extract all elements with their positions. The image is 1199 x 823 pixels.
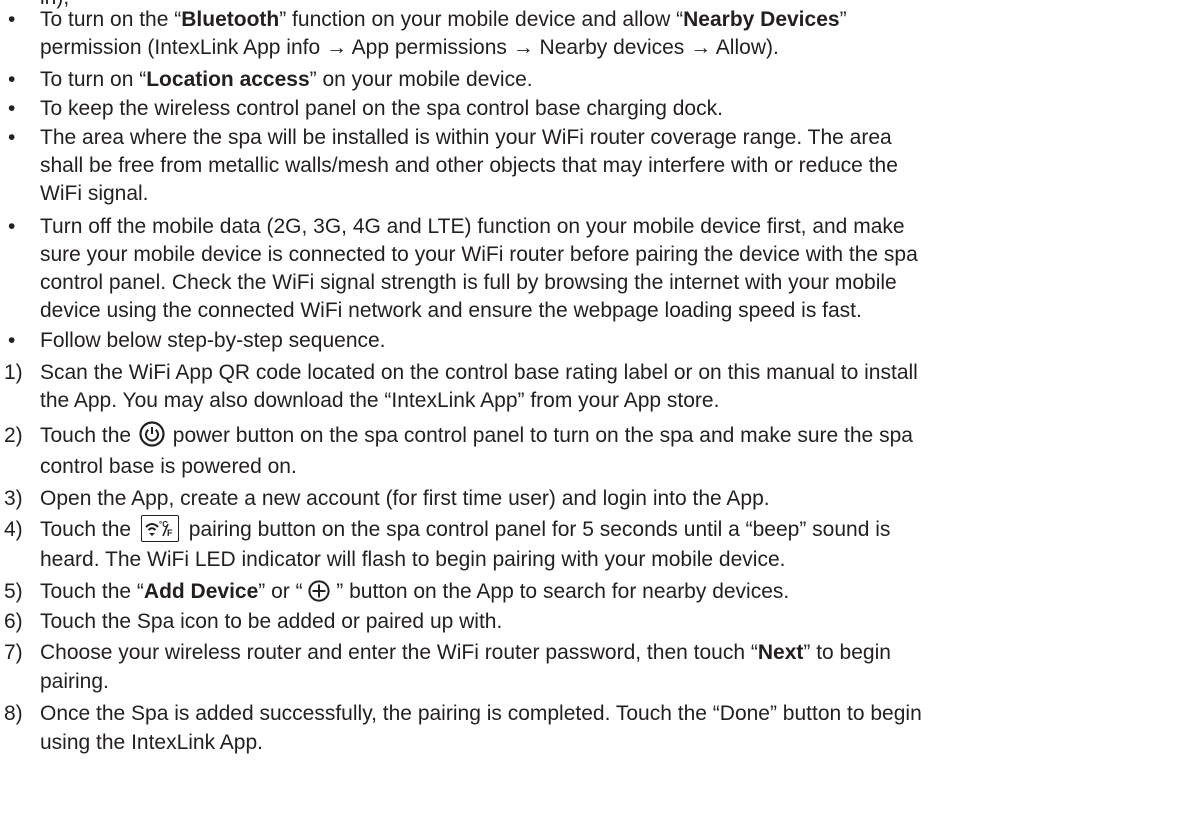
- bullet-coverage-l3: WiFi signal.: [40, 182, 149, 205]
- bullet-mobile-data-l1: Turn off the mobile data (2G, 3G, 4G and…: [40, 215, 905, 238]
- bullet-mobile-data-l3: control panel. Check the WiFi signal str…: [40, 271, 897, 294]
- bullet-marker: •: [8, 68, 16, 91]
- bullet-follow: Follow below step-by-step sequence.: [40, 329, 386, 352]
- step-8-l1: Once the Spa is added successfully, the …: [40, 702, 922, 725]
- bullet-marker: •: [8, 97, 16, 120]
- bullet-dock: To keep the wireless control panel on th…: [40, 97, 723, 120]
- step-6: Touch the Spa icon to be added or paired…: [40, 610, 503, 633]
- bullet-mobile-data-l2: sure your mobile device is connected to …: [40, 243, 918, 266]
- step-number: 2): [4, 424, 23, 447]
- step-2-l1: Touch the power button on the spa contro…: [40, 421, 913, 448]
- step-7-l1: Choose your wireless router and enter th…: [40, 641, 891, 664]
- bullet-coverage-l1: The area where the spa will be installed…: [40, 126, 892, 149]
- step-7-l2: pairing.: [40, 670, 109, 693]
- svg-text:F: F: [167, 528, 173, 538]
- step-5: Touch the “Add Device” or “ ” button on …: [40, 580, 790, 603]
- step-number: 1): [4, 361, 23, 384]
- bullet-location: To turn on “Location access” on your mob…: [40, 68, 533, 91]
- bullet-bluetooth: To turn on the “Bluetooth” function on y…: [40, 8, 847, 31]
- step-number: 8): [4, 702, 23, 725]
- power-icon: [139, 421, 165, 448]
- step-number: 6): [4, 610, 23, 633]
- wifi-pairing-icon: °C F: [140, 515, 179, 543]
- step-8-l2: using the IntexLink App.: [40, 731, 263, 754]
- step-4-l1: Touch the °C F pairing button on the spa…: [40, 515, 890, 543]
- bullet-marker: •: [8, 329, 16, 352]
- step-number: 4): [4, 518, 23, 541]
- bullet-bluetooth-line2: permission (IntexLink App info → App per…: [40, 36, 779, 59]
- step-number: 5): [4, 580, 23, 603]
- bullet-coverage-l2: shall be free from metallic walls/mesh a…: [40, 154, 898, 177]
- bullet-marker: •: [8, 8, 16, 31]
- bullet-marker: •: [8, 215, 16, 238]
- bullet-mobile-data-l4: device using the connected WiFi network …: [40, 299, 862, 322]
- step-number: 3): [4, 487, 23, 510]
- step-2-l2: control base is powered on.: [40, 455, 297, 478]
- step-3: Open the App, create a new account (for …: [40, 487, 770, 510]
- bullet-marker: •: [8, 126, 16, 149]
- step-1-l2: the App. You may also download the “Inte…: [40, 389, 720, 412]
- step-number: 7): [4, 641, 23, 664]
- circle-plus-icon: [308, 580, 331, 602]
- step-4-l2: heard. The WiFi LED indicator will flash…: [40, 548, 786, 571]
- step-1-l1: Scan the WiFi App QR code located on the…: [40, 361, 918, 384]
